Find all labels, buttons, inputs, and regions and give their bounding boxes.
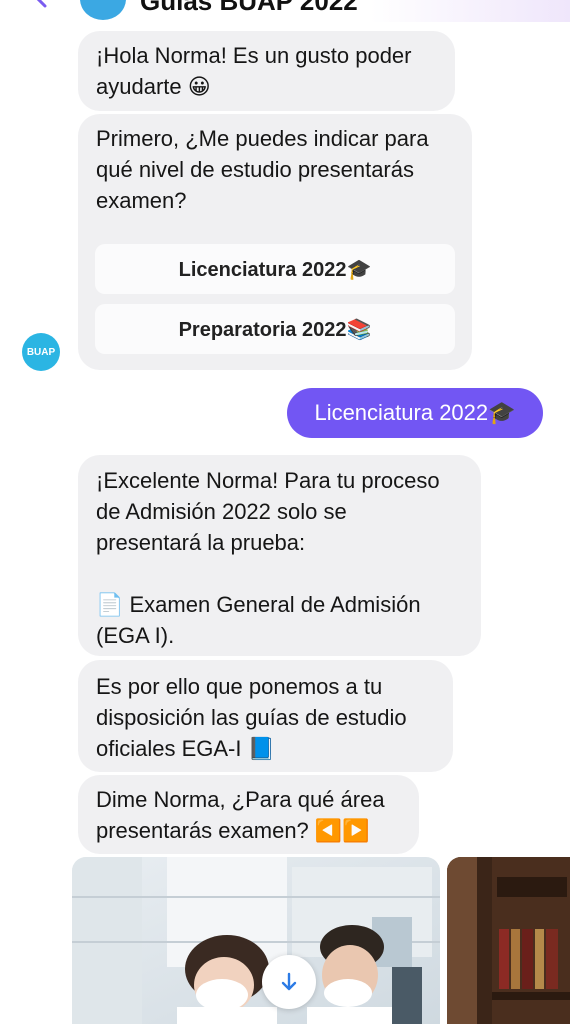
quick-reply-preparatoria[interactable]: Preparatoria 2022📚: [95, 304, 455, 354]
arrow-down-icon: [281, 972, 297, 991]
message-text: Dime Norma, ¿Para qué área presentarás e…: [96, 787, 385, 843]
bot-message-area: Dime Norma, ¿Para qué área presentarás e…: [78, 775, 419, 854]
bot-message-guides: Es por ello que ponemos a tu disposición…: [78, 660, 453, 772]
avatar-label: BUAP: [26, 346, 56, 358]
scroll-down-button[interactable]: [262, 955, 316, 1009]
header-gradient: [370, 0, 570, 22]
user-message: Licenciatura 2022🎓: [287, 388, 543, 438]
chevron-left-icon[interactable]: [30, 0, 52, 8]
user-message-text: Licenciatura 2022🎓: [314, 400, 516, 425]
message-text: ¡Excelente Norma! Para tu proceso de Adm…: [96, 468, 440, 648]
carousel-card-lab[interactable]: [72, 857, 440, 1024]
message-text: ¡Hola Norma! Es un gusto poder ayudarte …: [96, 43, 412, 99]
quick-reply-label: Preparatoria 2022📚: [178, 318, 372, 341]
bot-avatar: BUAP: [22, 333, 60, 371]
header-avatar: [80, 0, 126, 20]
message-text: Primero, ¿Me puedes indicar para qué niv…: [96, 126, 429, 213]
carousel-card-library[interactable]: [447, 857, 570, 1024]
library-photo: [447, 857, 570, 1024]
lab-photo: [72, 857, 440, 1024]
bot-message-greeting: ¡Hola Norma! Es un gusto poder ayudarte …: [78, 31, 455, 111]
bot-message-excellent: ¡Excelente Norma! Para tu proceso de Adm…: [78, 455, 481, 656]
chat-title: Guías BUAP 2022: [140, 0, 358, 16]
chat-header: Guías BUAP 2022: [0, 0, 570, 22]
message-text: Es por ello que ponemos a tu disposición…: [96, 674, 407, 761]
quick-reply-licenciatura[interactable]: Licenciatura 2022🎓: [95, 244, 455, 294]
quick-reply-label: Licenciatura 2022🎓: [178, 258, 372, 281]
